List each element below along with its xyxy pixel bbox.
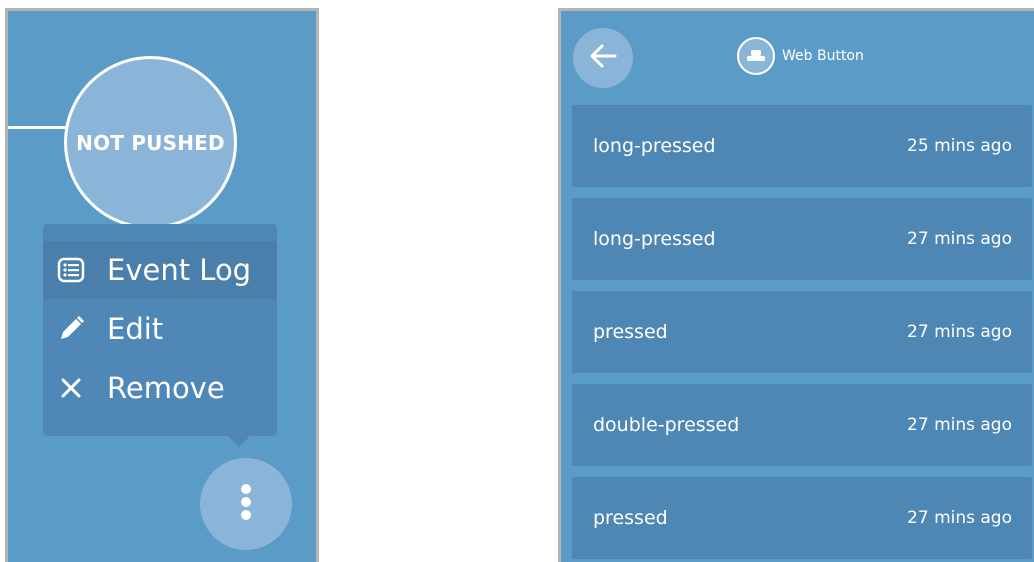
menu-item-remove[interactable]: Remove <box>43 359 277 417</box>
device-card-panel: NOT PUSHED Event Log Edit Remove <box>5 8 319 562</box>
event-name: double-pressed <box>593 414 740 436</box>
menu-caret <box>226 434 252 447</box>
event-row[interactable]: long-pressed 25 mins ago <box>572 105 1032 187</box>
event-time: 27 mins ago <box>907 508 1012 528</box>
event-log-panel: Web Button long-pressed 25 mins ago long… <box>558 8 1034 562</box>
event-time: 25 mins ago <box>907 136 1012 156</box>
context-menu: Event Log Edit Remove <box>43 224 277 436</box>
event-row[interactable]: double-pressed 27 mins ago <box>572 384 1032 466</box>
event-row[interactable]: long-pressed 27 mins ago <box>572 198 1032 280</box>
event-time: 27 mins ago <box>907 322 1012 342</box>
event-name: long-pressed <box>593 135 716 157</box>
event-row[interactable]: pressed 27 mins ago <box>572 291 1032 373</box>
device-title: Web Button <box>782 48 864 64</box>
arrow-left-icon <box>588 43 618 73</box>
menu-item-label: Remove <box>107 371 225 405</box>
list-icon <box>43 257 99 283</box>
event-list: long-pressed 25 mins ago long-pressed 27… <box>572 105 1032 562</box>
menu-item-label: Edit <box>107 312 164 346</box>
more-vertical-icon <box>240 482 252 526</box>
close-icon <box>43 377 99 399</box>
device-header: Web Button <box>737 36 864 76</box>
event-time: 27 mins ago <box>907 415 1012 435</box>
device-state-circle[interactable]: NOT PUSHED <box>64 56 237 229</box>
event-time: 27 mins ago <box>907 229 1012 249</box>
connector-line <box>8 126 66 129</box>
button-icon <box>737 37 775 75</box>
event-name: pressed <box>593 321 668 343</box>
pencil-icon <box>43 314 99 344</box>
back-button[interactable] <box>573 28 633 88</box>
event-row[interactable]: pressed 27 mins ago <box>572 477 1032 559</box>
menu-item-event-log[interactable]: Event Log <box>43 241 277 299</box>
menu-item-edit[interactable]: Edit <box>43 300 277 358</box>
more-options-button[interactable] <box>200 458 292 550</box>
event-name: long-pressed <box>593 228 716 250</box>
menu-item-label: Event Log <box>107 253 252 287</box>
event-name: pressed <box>593 507 668 529</box>
state-label: NOT PUSHED <box>76 130 225 155</box>
